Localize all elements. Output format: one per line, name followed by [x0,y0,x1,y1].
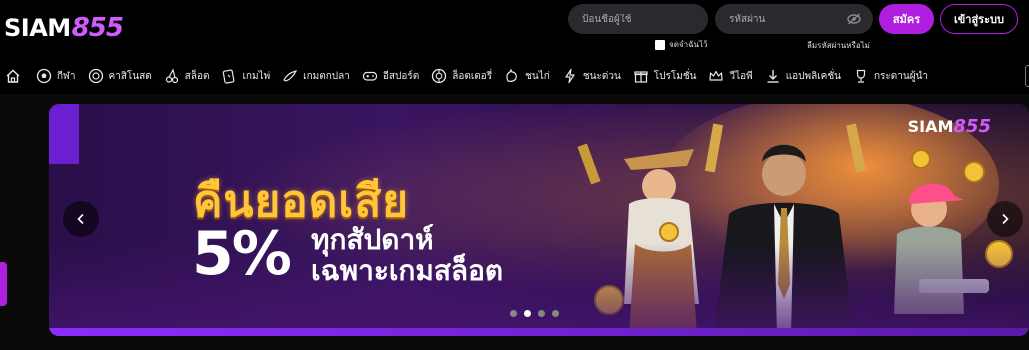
login-button[interactable]: เข้าสู่ระบบ [940,4,1018,34]
promo-banner[interactable]: คืนยอดเสีย 5% ทุกสัปดาห์ เฉพาะเกมสล็อต S… [49,104,1029,336]
nav-item-instant-win[interactable]: ชนะด่วน [562,68,621,84]
logo-text: SIAM [4,14,71,42]
cards-icon [223,69,235,84]
main-nav: กีฬา คาสิโนสด สล็อต เกมไพ่ เกมตกปลา อีสป… [0,58,1029,94]
side-tab[interactable] [0,262,7,306]
nav-item-card-games[interactable]: เกมไพ่ [221,68,270,84]
header: SIAM855 สมัคร เข้าสู่ระบบ จดจำฉันไว้ ลืม… [0,0,1029,58]
casino-chip-icon [88,68,103,84]
nav-item-cockfight[interactable]: ชนไก่ [504,68,550,84]
nav-item-esports[interactable]: อีสปอร์ต [362,68,419,84]
nav-label: ชนะด่วน [582,70,621,82]
password-field[interactable] [715,4,873,34]
rooster-icon [506,68,517,82]
banner-percent: 5% [192,219,292,289]
site-logo[interactable]: SIAM 855 [4,8,124,48]
nav-item-fishing[interactable]: เกมตกปลา [282,68,350,84]
crown-icon [709,70,724,81]
nav-label: เกมไพ่ [242,70,271,82]
username-input[interactable] [582,13,708,25]
gift-icon [634,71,648,83]
lightning-icon [565,68,575,84]
nav-item-slots[interactable]: สล็อต [164,68,210,84]
soccer-ball-icon [36,68,52,84]
nav-item-sports[interactable]: กีฬา [36,68,76,84]
nav-item-lottery[interactable]: ล็อตเตอรี่ [431,68,492,84]
nav-item-live-casino[interactable]: คาสิโนสด [88,68,152,84]
nav-label: แอปพลิเคชั่น [785,70,841,82]
nav-label: ชนไก่ [525,70,550,82]
fishing-icon [283,70,298,82]
next-slide-button[interactable] [987,201,1023,237]
chevron-right-icon [1002,213,1009,225]
nav-label: กีฬา [57,70,76,82]
remember-checkbox[interactable] [655,39,665,50]
nav-label: โปรโมชั่น [653,70,697,82]
nav-scroll-edge[interactable] [1025,65,1029,87]
trophy-icon [856,69,866,83]
slide-dot[interactable] [510,310,517,317]
cherries-icon [165,68,178,84]
gamepad-icon [362,71,377,81]
slide-dot[interactable] [538,310,545,317]
logo-number: 855 [71,13,124,43]
slide-indicators [510,310,559,317]
username-field[interactable] [568,4,708,34]
signup-button[interactable]: สมัคร [879,4,934,34]
banner-logo-text: SIAM [907,117,954,136]
slide-dot[interactable] [552,310,559,317]
nav-label: กระดานผู้นำ [873,70,929,82]
lottery-ball-icon [432,68,447,84]
banner-bottom-stripe [49,328,1029,336]
nav-label: คาสิโนสด [108,70,152,82]
prev-slide-button[interactable] [63,201,99,237]
remember-me[interactable]: จดจำฉันไว้ [655,38,708,51]
download-icon [767,70,779,83]
nav-label: อีสปอร์ต [382,70,420,82]
nav-item-vip[interactable]: วีไอพี [708,68,753,84]
nav-item-app[interactable]: แอปพลิเคชั่น [765,68,841,84]
banner-subtitle-2: เฉพาะเกมสล็อต [311,254,504,287]
chevron-left-icon [77,213,84,225]
banner-logo-number: 855 [953,116,991,137]
nav-label: สล็อต [184,70,210,82]
banner-logo: SIAM 855 [908,116,991,137]
slide-dot[interactable] [524,310,531,317]
nav-item-promotions[interactable]: โปรโมชั่น [633,68,697,84]
nav-label: วีไอพี [729,70,753,82]
nav-item-leaderboard[interactable]: กระดานผู้นำ [853,68,928,84]
eye-slash-icon[interactable] [847,13,861,25]
nav-label: เกมตกปลา [303,70,350,82]
forgot-password-link[interactable]: ลืมรหัสผ่านหรือไม่ [807,39,870,52]
remember-label: จดจำฉันไว้ [669,40,708,49]
nav-label: ล็อตเตอรี่ [452,70,493,82]
home-icon[interactable] [2,65,24,87]
